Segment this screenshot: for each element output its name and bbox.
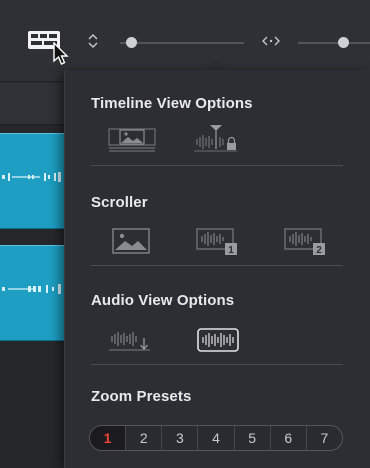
scroller-thumbnail-option[interactable] — [112, 228, 150, 254]
section-divider — [91, 364, 343, 365]
section-divider — [91, 165, 343, 166]
mouse-pointer-icon — [52, 41, 70, 71]
audio-waveform-icon — [2, 172, 61, 182]
zoom-preset-6-button[interactable]: 6 — [271, 426, 307, 450]
track-height-slider-track — [120, 42, 244, 44]
zoom-preset-7-button[interactable]: 7 — [307, 426, 342, 450]
svg-text:2: 2 — [316, 245, 322, 256]
zoom-slider-track — [298, 42, 370, 44]
waveform-1-icon: 1 — [196, 228, 237, 256]
scroller-waveform-2-option[interactable]: 2 — [284, 226, 326, 256]
track-height-slider-handle[interactable] — [125, 37, 137, 48]
track-height-updown-icon — [87, 32, 99, 55]
waveform-arrow-icon — [109, 332, 150, 351]
thumbnail-view-option[interactable] — [108, 123, 156, 153]
zoom-presets-group: 1 2 3 4 5 6 7 — [89, 425, 343, 451]
scroller-title: Scroller — [91, 194, 148, 211]
timeline-view-options-popover: Timeline View Options Scroller 1 2 Audio… — [64, 70, 370, 468]
zoom-preset-1-button[interactable]: 1 — [90, 426, 127, 450]
audio-waveform-icon — [2, 284, 61, 294]
zoom-preset-4-button[interactable]: 4 — [198, 426, 235, 450]
waveform-2-icon: 2 — [284, 228, 325, 256]
audio-clip[interactable] — [0, 133, 64, 229]
scroller-waveform-1-option[interactable]: 1 — [196, 226, 238, 256]
zoom-slider-handle[interactable] — [337, 37, 349, 48]
svg-text:1: 1 — [228, 245, 234, 256]
zoom-preset-3-button[interactable]: 3 — [162, 426, 199, 450]
zoom-slider[interactable] — [298, 33, 370, 53]
timeline-view-options-title: Timeline View Options — [91, 95, 253, 112]
section-divider — [91, 265, 343, 266]
track-height-slider[interactable] — [120, 33, 244, 53]
waveform-lock-icon — [194, 125, 237, 152]
zoom-presets-title: Zoom Presets — [91, 388, 192, 405]
image-thumbnail-icon — [112, 228, 150, 254]
stacked-timeline-option[interactable] — [193, 123, 239, 155]
thumbnail-filmstrip-icon — [108, 128, 156, 152]
waveform-full-icon — [197, 328, 239, 352]
audio-view-options-title: Audio View Options — [91, 292, 235, 309]
audio-clip[interactable] — [0, 245, 64, 341]
code-brackets-icon — [261, 34, 281, 53]
audio-waveform-full-option[interactable] — [196, 326, 240, 354]
zoom-preset-2-button[interactable]: 2 — [126, 426, 163, 450]
zoom-preset-5-button[interactable]: 5 — [235, 426, 271, 450]
timeline-ruler — [0, 83, 64, 125]
audio-waveform-border-option[interactable] — [108, 324, 154, 356]
